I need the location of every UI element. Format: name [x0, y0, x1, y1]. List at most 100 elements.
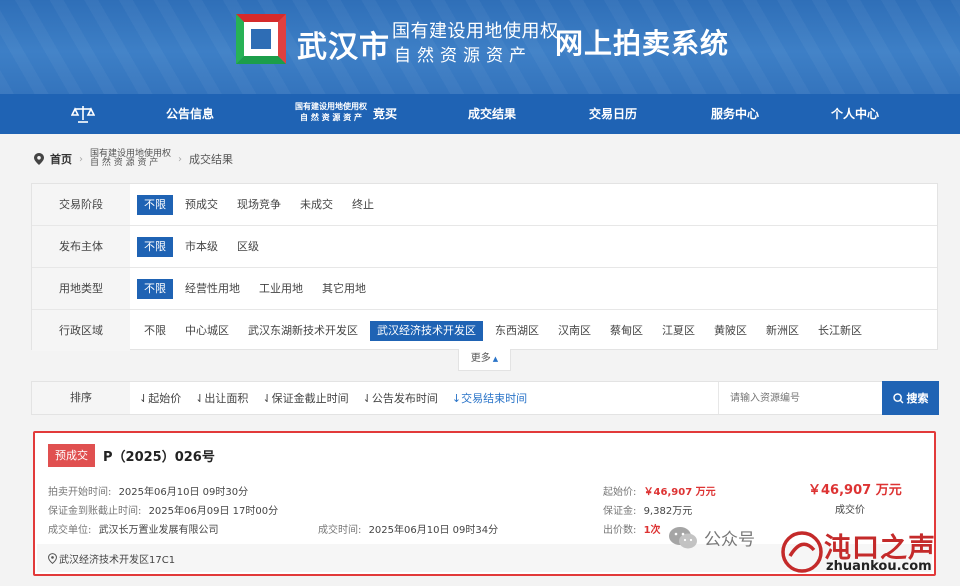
sort-label: 排序 — [32, 382, 130, 414]
filter-option[interactable]: 黄陂区 — [707, 321, 754, 341]
filter-option[interactable]: 长江新区 — [811, 321, 869, 341]
start-time-label: 拍卖开始时间: — [48, 487, 112, 498]
header-banner: 武汉市 国有建设用地使用权 自然资源资产 网上拍卖系统 — [0, 0, 960, 94]
search-button[interactable]: 搜索 — [882, 381, 939, 415]
search-button-label: 搜索 — [906, 392, 929, 405]
winner-value: 武汉长万置业发展有限公司 — [98, 525, 219, 536]
start-price-row: 起始价: ￥46,907 万元 — [603, 483, 716, 498]
bids-label: 出价数: — [603, 525, 637, 536]
filter-option[interactable]: 东西湖区 — [488, 321, 546, 341]
site-system-title: 网上拍卖系统 — [555, 27, 730, 60]
breadcrumb-middle[interactable]: 国有建设用地使用权 自 然 资 源 资 产 — [90, 150, 171, 168]
deposit-value: 9,382万元 — [643, 506, 693, 517]
search-icon — [892, 392, 903, 403]
sort-start-price[interactable]: ⇃起始价 — [139, 390, 181, 406]
sort-deposit-deadline[interactable]: ⇃保证金截止时间 — [262, 390, 348, 406]
nav-bidding-line2: 自 然 资 源 资 产 — [300, 113, 362, 122]
filter-option[interactable]: 江夏区 — [655, 321, 702, 341]
lot-number[interactable]: P（2025）026号 — [103, 446, 215, 465]
nav-calendar[interactable]: 交易日历 — [581, 94, 645, 134]
more-label: 更多 — [470, 353, 491, 364]
nav-personal[interactable]: 个人中心 — [823, 94, 887, 134]
filter-option[interactable]: 市本级 — [178, 237, 225, 257]
filter-option[interactable]: 其它用地 — [315, 279, 373, 299]
watermark-brand: 沌口之声 zhuankou.com — [780, 526, 950, 578]
deposit-deadline-label: 保证金到账截止时间: — [48, 506, 142, 517]
main-nav: 公告信息 国有建设用地使用权 自 然 资 源 资 产 竞买 成交结果 交易日历 … — [0, 94, 960, 134]
nav-bidding-stack: 国有建设用地使用权 自 然 资 源 资 产 — [286, 101, 376, 123]
watermark: 公众号 — [668, 525, 755, 550]
watermark-brand-en: zhuankou.com — [826, 559, 932, 574]
nav-results[interactable]: 成交结果 — [460, 94, 524, 134]
filter-row-stage: 交易阶段 不限 预成交 现场竞争 未成交 终止 — [32, 184, 937, 226]
location-pin-icon — [34, 153, 44, 165]
deal-time-row: 成交时间: 2025年06月10日 09时34分 — [318, 521, 498, 536]
sort-announce-time[interactable]: ⇃公告发布时间 — [363, 390, 438, 406]
start-time-value: 2025年06月10日 09时30分 — [118, 487, 249, 498]
breadcrumb-home[interactable]: 首页 — [50, 151, 72, 167]
scale-icon — [70, 106, 96, 123]
deposit-deadline-value: 2025年06月09日 17时00分 — [148, 506, 279, 517]
final-price: ￥46,907 万元 — [808, 483, 902, 498]
logo-icon — [236, 14, 286, 64]
winner-row: 成交单位: 武汉长万置业发展有限公司 — [48, 521, 219, 536]
nav-service[interactable]: 服务中心 — [703, 94, 767, 134]
nav-home[interactable] — [70, 94, 96, 134]
filter-option[interactable]: 现场竞争 — [230, 195, 288, 215]
filter-option[interactable]: 未成交 — [293, 195, 340, 215]
brand-logo-icon — [781, 531, 823, 573]
filter-option[interactable]: 新洲区 — [759, 321, 806, 341]
site-subtitle-line1: 国有建设用地使用权 — [392, 21, 559, 42]
watermark-left-text: 公众号 — [704, 530, 755, 550]
resource-search-input[interactable] — [718, 382, 882, 414]
deposit-label: 保证金: — [603, 506, 637, 517]
status-badge: 预成交 — [48, 444, 95, 467]
nav-bidding[interactable]: 国有建设用地使用权 自 然 资 源 资 产 竞买 — [282, 94, 402, 134]
filter-option[interactable]: 不限 — [137, 236, 173, 257]
filter-option[interactable]: 工业用地 — [252, 279, 310, 299]
nav-bidding-line1: 国有建设用地使用权 — [295, 102, 367, 111]
filter-option[interactable]: 不限 — [137, 321, 173, 341]
sort-area[interactable]: ⇃出让面积 — [195, 390, 248, 406]
breadcrumb-separator-icon: › — [79, 153, 83, 165]
start-time-row: 拍卖开始时间: 2025年06月10日 09时30分 — [48, 483, 248, 498]
nav-bidding-suffix: 竞买 — [372, 107, 397, 121]
site-subtitle-line2: 自然资源资产 — [394, 46, 532, 66]
location-pin-icon — [48, 553, 57, 564]
wechat-icon — [669, 526, 697, 548]
filter-panel: 交易阶段 不限 预成交 现场竞争 未成交 终止 发布主体 不限 市本级 区级 用… — [31, 183, 938, 352]
site-city-title: 武汉市 — [297, 30, 390, 65]
filter-option[interactable]: 武汉经济技术开发区 — [370, 320, 483, 341]
start-price-value: ￥46,907 万元 — [643, 487, 716, 498]
breadcrumb: 首页 › 国有建设用地使用权 自 然 资 源 资 产 › 成交结果 — [34, 146, 233, 172]
filter-option[interactable]: 不限 — [137, 278, 173, 299]
winner-label: 成交单位: — [48, 525, 92, 536]
filter-option[interactable]: 区级 — [230, 237, 266, 257]
breadcrumb-middle-line2: 自 然 资 源 资 产 — [90, 158, 159, 168]
deposit-deadline-row: 保证金到账截止时间: 2025年06月09日 17时00分 — [48, 502, 278, 517]
caret-up-icon: ▲ — [492, 355, 499, 363]
filter-option[interactable]: 不限 — [137, 194, 173, 215]
filter-option[interactable]: 经营性用地 — [178, 279, 247, 299]
nav-announcements[interactable]: 公告信息 — [160, 94, 220, 134]
filter-option[interactable]: 汉南区 — [551, 321, 598, 341]
filter-option[interactable]: 蔡甸区 — [603, 321, 650, 341]
sort-end-time[interactable]: ↓交易结束时间 — [452, 390, 527, 406]
filter-option[interactable]: 武汉东湖新技术开发区 — [241, 321, 365, 341]
filter-label: 用地类型 — [32, 268, 130, 309]
filter-row-land-type: 用地类型 不限 经营性用地 工业用地 其它用地 — [32, 268, 937, 310]
sort-bar: 排序 ⇃起始价 ⇃出让面积 ⇃保证金截止时间 ⇃公告发布时间 ↓交易结束时间 搜… — [31, 381, 939, 415]
start-price-label: 起始价: — [603, 487, 637, 498]
more-button[interactable]: 更多 ▲ — [458, 349, 511, 371]
filter-row-district: 行政区域 不限 中心城区 武汉东湖新技术开发区 武汉经济技术开发区 东西湖区 汉… — [32, 310, 937, 352]
filter-row-publisher: 发布主体 不限 市本级 区级 — [32, 226, 937, 268]
deposit-row: 保证金: 9,382万元 — [603, 502, 692, 517]
filter-label: 行政区域 — [32, 310, 130, 351]
breadcrumb-separator-icon: › — [178, 153, 183, 165]
breadcrumb-current: 成交结果 — [189, 153, 234, 166]
filter-option[interactable]: 预成交 — [178, 195, 225, 215]
filter-option[interactable]: 终止 — [345, 195, 381, 215]
location-value: 武汉经济技术开发区17C1 — [59, 555, 176, 566]
filter-option[interactable]: 中心城区 — [178, 321, 236, 341]
final-price-label: 成交价 — [835, 505, 865, 516]
